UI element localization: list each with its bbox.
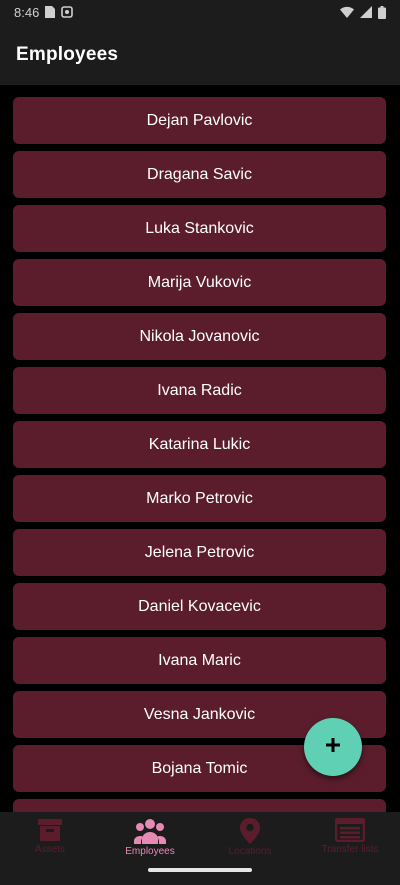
nav-item-assets[interactable]: Assets [0,818,100,885]
employee-list-item[interactable]: Ivana Maric [13,637,386,684]
employee-list-item[interactable]: Jelena Petrovic [13,529,386,576]
employee-list-item[interactable]: Dejan Pavlovic [13,97,386,144]
employee-name: Marija Vukovic [147,273,252,291]
nav-item-locations[interactable]: Locations [200,818,300,885]
employee-name: Ivana Maric [158,651,241,669]
nav-item-transfer-lists[interactable]: Transfer lists [300,818,400,885]
app-bar: Employees [0,24,400,85]
employee-name: Dejan Pavlovic [146,111,253,129]
nav-label: Employees [125,846,175,857]
employee-name: Daniel Kovacevic [138,597,261,615]
employee-list-item[interactable]: Ivana Radic [13,367,386,414]
employee-list-item[interactable]: Nikola Jovanovic [13,313,386,360]
gesture-handle [148,868,252,872]
employee-list-item[interactable]: Daniel Kovacevic [13,583,386,630]
nav-label: Transfer lists [321,844,379,855]
status-bar: 8:46 [0,0,400,24]
nav-label: Assets [34,844,65,855]
employee-name: Marko Petrovic [146,489,253,507]
employee-name: Jelena Petrovic [144,543,255,561]
status-time: 8:46 [14,4,40,20]
box-icon [37,818,63,842]
sim-card-icon [45,6,56,18]
employee-name: Vesna Jankovic [143,705,256,723]
nav-label: Locations [228,846,272,857]
employee-list-item-partial[interactable] [13,799,386,812]
employee-name: Dragana Savic [147,165,252,183]
employee-name: Luka Stankovic [145,219,254,237]
battery-icon [378,5,386,19]
list-icon [335,818,365,842]
add-employee-button[interactable] [304,718,362,776]
people-icon [134,818,166,844]
employee-list[interactable]: Dejan Pavlovic Dragana Savic Luka Stankovi… [0,85,400,812]
page-title: Employees [16,43,119,65]
nav-item-employees[interactable]: Employees [100,818,200,885]
employee-list-item[interactable]: Dragana Savic [13,151,386,198]
plus-icon [326,737,340,757]
employee-name: Ivana Radic [157,381,242,399]
employee-list-item[interactable]: Marija Vukovic [13,259,386,306]
map-pin-icon [240,818,260,844]
employee-name: Nikola Jovanovic [139,327,260,345]
signal-icon [360,6,372,18]
wifi-icon [340,6,354,18]
notification-icon [61,6,74,18]
employee-name: Katarina Lukic [148,435,251,453]
bottom-navigation: Assets Employees Locations Transfer lists [0,812,400,885]
employee-list-item[interactable]: Marko Petrovic [13,475,386,522]
employee-name: Bojana Tomic [151,759,248,777]
employee-list-item[interactable]: Luka Stankovic [13,205,386,252]
employee-list-item[interactable]: Katarina Lukic [13,421,386,468]
